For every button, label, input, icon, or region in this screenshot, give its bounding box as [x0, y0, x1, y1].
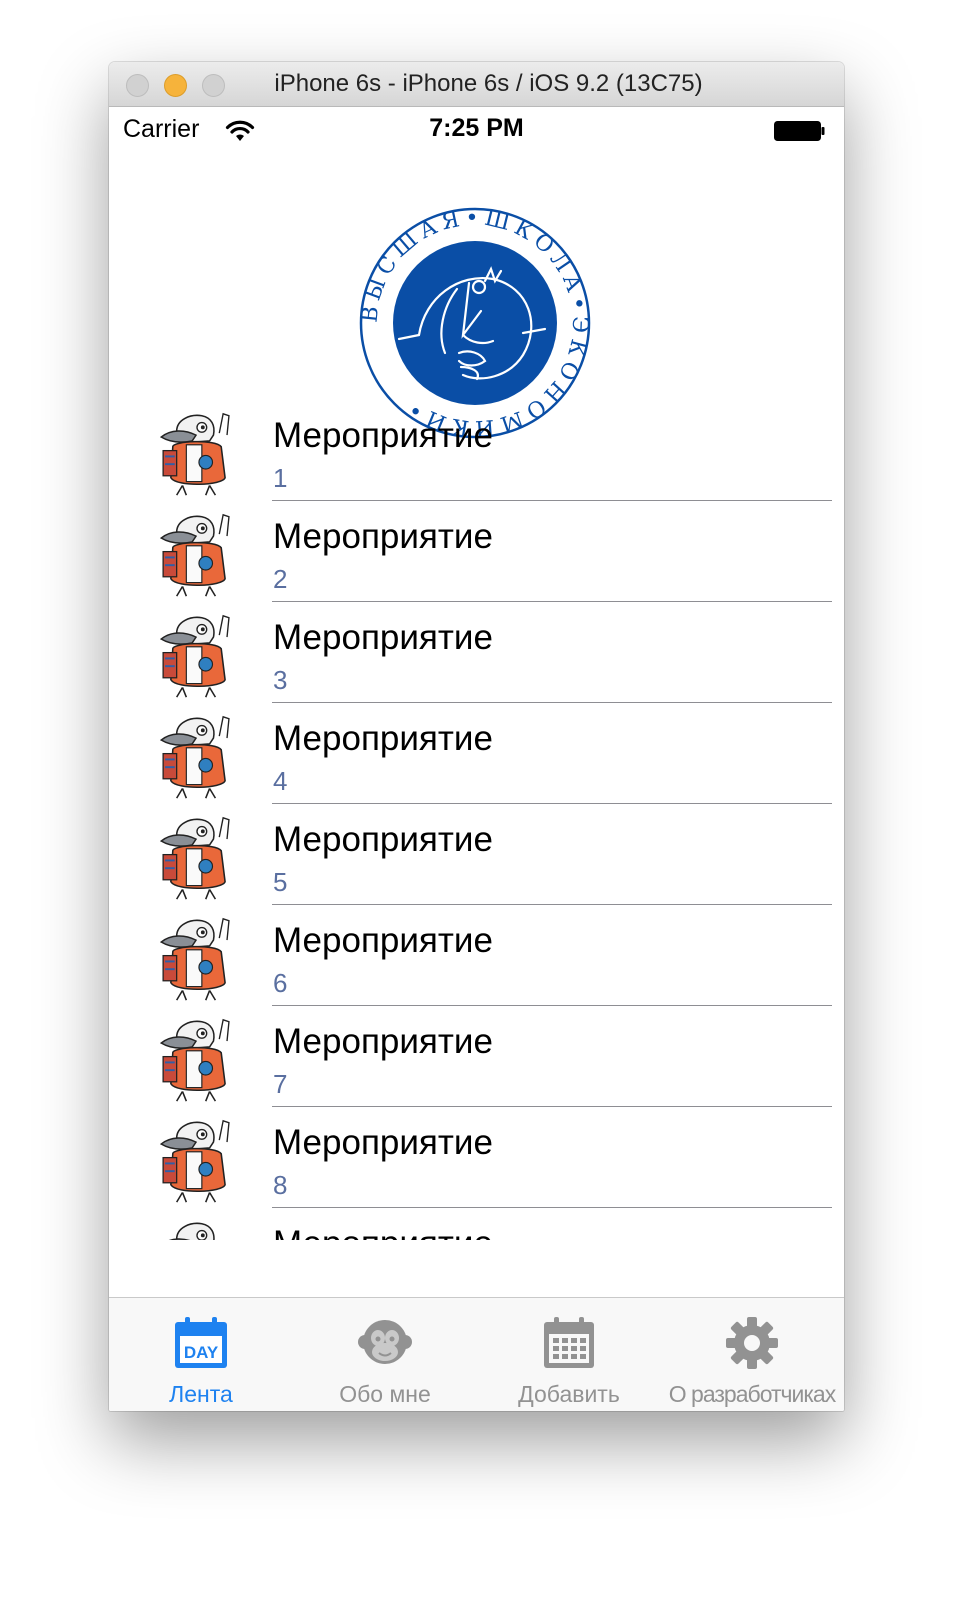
event-title: Мероприятие [273, 921, 493, 960]
tab-feed[interactable]: DAY Лента [109, 1298, 293, 1411]
tab-developers[interactable]: О разработчиках [660, 1298, 844, 1411]
phone-screen: Carrier 7:25 PM ВЫСШАЯ•ШКОЛА•ЭКОНОМИКИ• [109, 107, 844, 1411]
battery-icon [774, 121, 825, 141]
event-subtitle: 8 [273, 1170, 288, 1200]
event-subtitle: 2 [273, 564, 288, 594]
tab-bar: DAY Лента Обо мне Добавить О разработчик… [109, 1297, 844, 1411]
crow-mascot-icon [159, 816, 230, 900]
event-row[interactable]: Мероприятие 8 [109, 1107, 844, 1208]
event-title: Мероприятие [273, 618, 493, 657]
events-list[interactable]: Мероприятие 1 Мероприятие 2 Мероприятие … [109, 400, 844, 1240]
event-title: Мероприятие [273, 517, 493, 556]
crow-mascot-icon [168, 1222, 215, 1240]
monkey-icon [358, 1320, 412, 1364]
tab-label: Обо мне [339, 1381, 431, 1407]
event-subtitle: 5 [273, 867, 288, 897]
event-row[interactable]: Мероприятие 7 [109, 1006, 844, 1107]
gear-icon [726, 1317, 778, 1369]
tab-about-me[interactable]: Обо мне [293, 1298, 477, 1411]
tab-label: Добавить [518, 1381, 620, 1407]
calendar-day-icon: DAY [175, 1317, 227, 1368]
tab-label: Лента [169, 1381, 233, 1407]
simulator-window: iPhone 6s - iPhone 6s / iOS 9.2 (13C75) … [109, 62, 844, 1411]
event-subtitle: 7 [273, 1069, 288, 1099]
event-title: Мероприятие [273, 416, 493, 455]
crow-mascot-icon [159, 614, 230, 698]
event-subtitle: 6 [273, 968, 288, 998]
event-row[interactable]: Мероприятие 1 [109, 400, 844, 501]
status-bar: Carrier 7:25 PM [109, 107, 844, 155]
crow-mascot-icon [159, 1119, 230, 1203]
crow-mascot-icon [159, 715, 230, 799]
event-title: Мероприятие [273, 1022, 493, 1061]
crow-mascot-icon [159, 917, 230, 1001]
crow-mascot-icon [159, 513, 230, 597]
crow-mascot-icon [159, 1018, 230, 1102]
event-row[interactable]: Мероприятие 3 [109, 602, 844, 703]
status-time: 7:25 PM [429, 114, 524, 142]
event-row[interactable]: Мероприятие 5 [109, 804, 844, 905]
event-subtitle: 4 [273, 766, 288, 796]
event-subtitle: 1 [273, 463, 288, 493]
day-badge-text: DAY [184, 1343, 219, 1362]
event-title: Мероприятие [273, 820, 493, 859]
event-row[interactable]: Мероприятие 6 [109, 905, 844, 1006]
event-title: Мероприятие [273, 719, 493, 758]
event-row[interactable]: Мероприятие [109, 1208, 844, 1240]
event-row[interactable]: Мероприятие 4 [109, 703, 844, 804]
crow-mascot-icon [159, 412, 230, 496]
calendar-grid-icon [544, 1317, 594, 1368]
event-title: Мероприятие [273, 1123, 493, 1162]
event-subtitle: 3 [273, 665, 288, 695]
event-row[interactable]: Мероприятие 2 [109, 501, 844, 602]
tab-add[interactable]: Добавить [477, 1298, 661, 1411]
window-title: iPhone 6s - iPhone 6s / iOS 9.2 (13C75) [274, 70, 703, 97]
tab-label: О разработчиках [668, 1381, 836, 1407]
event-title: Мероприятие [273, 1224, 493, 1240]
window-titlebar: iPhone 6s - iPhone 6s / iOS 9.2 (13C75) [109, 62, 844, 107]
